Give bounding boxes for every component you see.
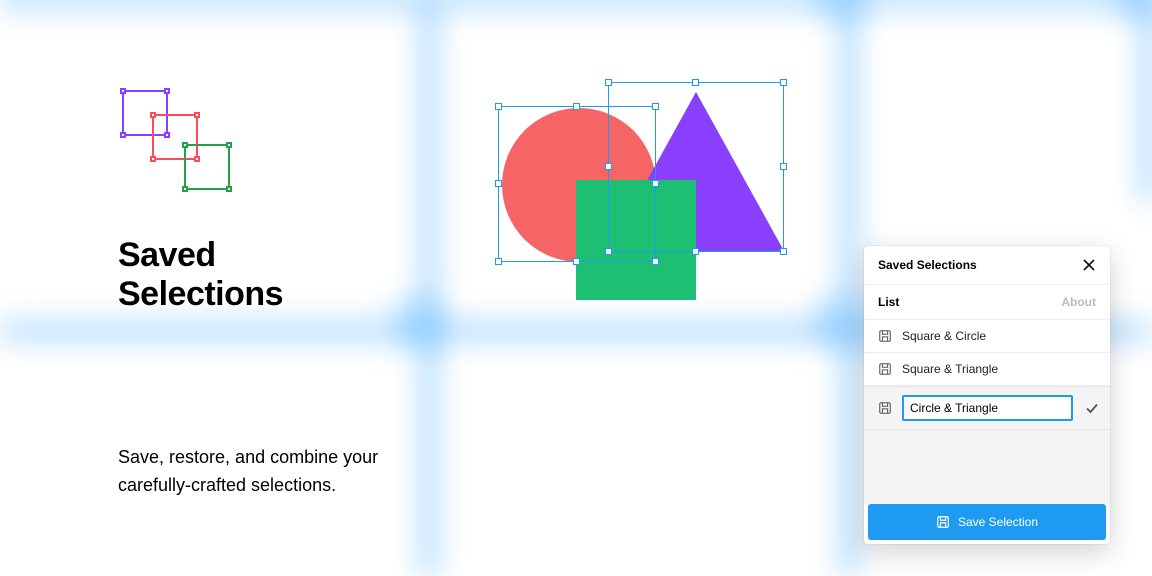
panel-title: Saved Selections [878,258,977,272]
logo-selection-boxes [118,86,248,216]
list-item-label: Square & Circle [902,329,986,343]
page-description: Save, restore, and combine your carefull… [118,444,418,500]
check-icon [1085,401,1099,415]
selection-box-triangle [608,82,784,252]
selection-save-icon [878,401,892,415]
list-item-label: Square & Triangle [902,362,998,376]
list-item[interactable]: Square & Circle [864,320,1110,353]
page-title: Saved Selections [118,236,418,314]
selection-save-icon [878,329,892,343]
canvas-illustration [480,80,840,340]
confirm-button[interactable] [1083,401,1100,415]
list-item[interactable]: Square & Triangle [864,353,1110,386]
save-button-label: Save Selection [958,515,1038,529]
tab-about[interactable]: About [1061,295,1096,309]
tab-list[interactable]: List [878,295,899,309]
list-item-editing [864,386,1110,430]
panel-empty-space [864,430,1110,504]
rename-input[interactable] [902,395,1073,421]
close-icon[interactable] [1082,258,1096,272]
selection-save-icon [936,515,950,529]
save-selection-button[interactable]: Save Selection [868,504,1106,540]
selection-save-icon [878,362,892,376]
saved-selections-panel: Saved Selections List About Square & Cir… [864,246,1110,544]
